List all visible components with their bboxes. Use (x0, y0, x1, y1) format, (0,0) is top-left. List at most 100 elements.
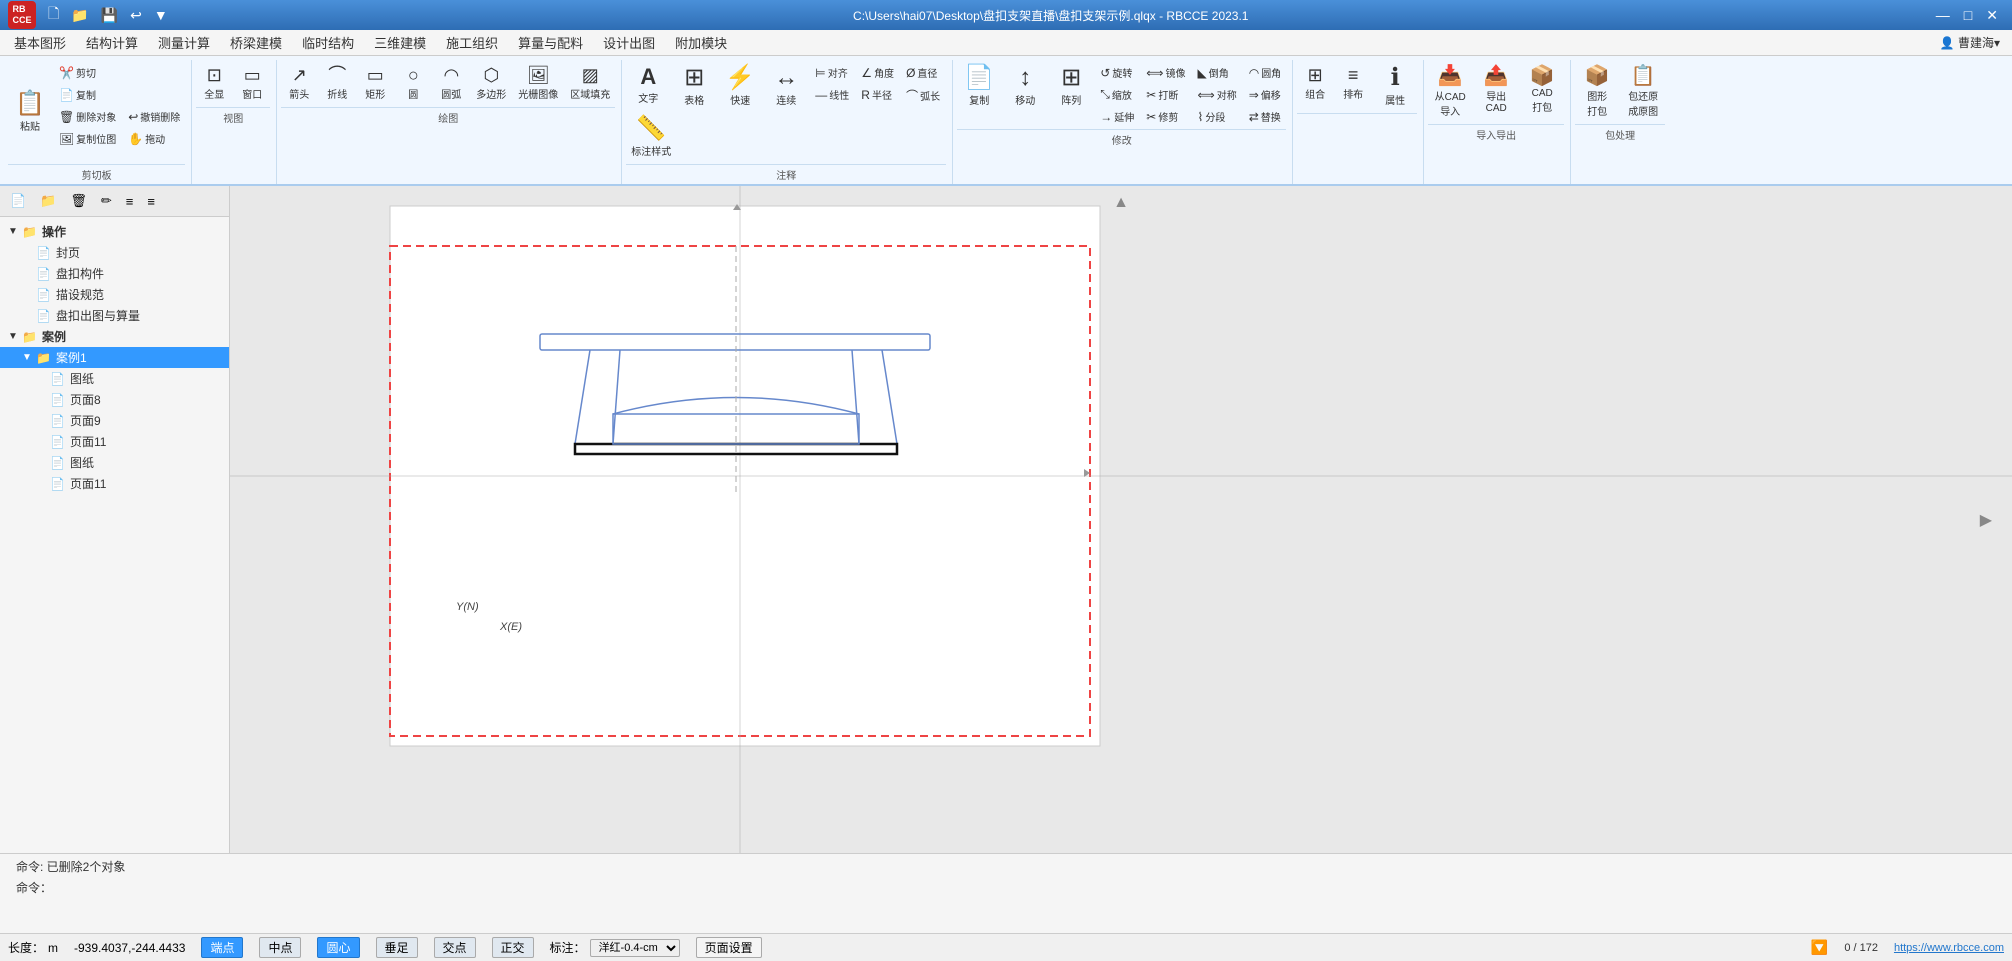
arc-button[interactable]: ◠ 圆弧 (433, 62, 469, 105)
cad-pack-button[interactable]: 📦 CAD 打包 (1520, 62, 1564, 118)
tree-item-case1[interactable]: ▼ 📁 案例1 (0, 347, 229, 368)
unpack-button[interactable]: 📋 包还原 成原图 (1621, 62, 1665, 122)
paste-button[interactable]: 📋 粘贴 (8, 62, 52, 162)
window-view-button[interactable]: ▭ 窗口 (234, 62, 270, 105)
tree-item-drawing2[interactable]: 📄 图纸 (0, 452, 229, 473)
break-button[interactable]: ✂ 打断 (1141, 84, 1190, 105)
tree-item-page11a[interactable]: 📄 页面11 (0, 431, 229, 452)
radius-dim-button[interactable]: R 半径 (856, 84, 899, 105)
delete-obj-button[interactable]: 🗑 删除对象 (54, 106, 121, 127)
segment-button[interactable]: ⌇ 分段 (1193, 106, 1242, 127)
menu-3d[interactable]: 三维建模 (364, 29, 436, 56)
sym-button[interactable]: ⟺ 对称 (1193, 84, 1242, 105)
tree-item-drawing1[interactable]: 📄 图纸 (0, 368, 229, 389)
sidebar-delete-button[interactable]: 🗑 (64, 190, 93, 212)
sidebar-align-left-button[interactable]: ≡ (120, 190, 140, 212)
sidebar-align-right-button[interactable]: ≡ (141, 190, 161, 212)
menu-structural-calc[interactable]: 结构计算 (76, 29, 148, 56)
mod-copy-button[interactable]: 📄 复制 (957, 62, 1001, 111)
cut-button[interactable]: ✂️ 剪切 (54, 62, 185, 83)
minimize-button[interactable]: — (1930, 5, 1956, 26)
snap-intersection-button[interactable]: 交点 (434, 937, 476, 958)
cmd-input-field[interactable] (56, 881, 1996, 895)
drag-button[interactable]: ✋ 拖动 (123, 128, 170, 149)
tree-item-output[interactable]: 📄 盘扣出图与算量 (0, 305, 229, 326)
full-view-button[interactable]: ⊡ 全显 (196, 62, 232, 105)
page-settings-button[interactable]: 页面设置 (696, 937, 762, 958)
scale-button[interactable]: ⤡ 缩放 (1095, 84, 1139, 105)
text-button[interactable]: A 文字 (626, 62, 670, 109)
tree-item-cover[interactable]: 📄 封页 (0, 242, 229, 263)
menu-measurement[interactable]: 测量计算 (148, 29, 220, 56)
table-button[interactable]: ⊞ 表格 (672, 62, 716, 111)
properties-button[interactable]: ℹ 属性 (1373, 62, 1417, 111)
close-button[interactable]: ✕ (1980, 5, 2004, 26)
tree-item-component[interactable]: 📄 盘扣构件 (0, 263, 229, 284)
menu-temp-structure[interactable]: 临时结构 (292, 29, 364, 56)
dropdown-button[interactable]: ▼ (150, 5, 172, 25)
angle-dim-button[interactable]: ∠ 角度 (856, 62, 899, 83)
snap-perpendicular-button[interactable]: 垂足 (376, 937, 418, 958)
polyline-button[interactable]: ⌒ 折线 (319, 62, 355, 105)
quick-dim-button[interactable]: ⚡ 快速 (718, 62, 762, 111)
save-button[interactable]: 💾 (97, 5, 122, 26)
dim-style-button[interactable]: 📏 标注样式 (626, 113, 676, 162)
array-button[interactable]: ⊞ 阵列 (1049, 62, 1093, 111)
export-cad-button[interactable]: 📤 导出 CAD (1474, 62, 1518, 118)
menu-quantity[interactable]: 算量与配料 (508, 29, 593, 56)
page-color-select[interactable]: 洋红-0.4-cm (590, 939, 680, 957)
circle-button[interactable]: ○ 圆 (395, 62, 431, 105)
tree-item-spec[interactable]: 📄 描设规范 (0, 284, 229, 305)
copy-bitmap-button[interactable]: 🖼 复制位图 (54, 128, 121, 149)
extend-button[interactable]: → 延伸 (1095, 106, 1139, 127)
align-dim-button[interactable]: ⊨ 对齐 (810, 62, 854, 83)
move-button[interactable]: ↕ 移动 (1003, 62, 1047, 111)
snap-center-button[interactable]: 圆心 (317, 937, 359, 958)
menu-construction[interactable]: 施工组织 (436, 29, 508, 56)
undo-button[interactable]: ↩ (126, 5, 146, 26)
replace-button[interactable]: ⇄ 替换 (1244, 106, 1286, 127)
canvas-area[interactable]: Y(N) X(E) ▶ ▲ (230, 186, 2012, 853)
menu-design-drawing[interactable]: 设计出图 (593, 29, 665, 56)
menu-addon[interactable]: 附加模块 (665, 29, 737, 56)
undo-delete-button[interactable]: ↩ 撤销删除 (123, 106, 185, 127)
menu-basic-shapes[interactable]: 基本图形 (4, 29, 76, 56)
arrange-button[interactable]: ≡ 排布 (1335, 62, 1371, 105)
fill-button[interactable]: ▨ 区域填充 (565, 62, 615, 105)
shape-pack-button[interactable]: 📦 图形 打包 (1575, 62, 1619, 122)
fillet-button[interactable]: ◠ 圆角 (1244, 62, 1286, 83)
arc-dim-button[interactable]: ⌒ 弧长 (901, 84, 945, 107)
trim-button[interactable]: ✂ 修剪 (1141, 106, 1190, 127)
sidebar-open-button[interactable]: 📁 (34, 190, 62, 212)
chamfer-button[interactable]: ◣ 倒角 (1193, 62, 1242, 83)
snap-endpoint-button[interactable]: 端点 (201, 937, 243, 958)
mirror-button[interactable]: ⟺ 镜像 (1141, 62, 1190, 83)
linear-dim-button[interactable]: — 线性 (810, 84, 854, 105)
polygon-button[interactable]: ⬡ 多边形 (471, 62, 511, 105)
diameter-dim-button[interactable]: Ø 直径 (901, 62, 945, 83)
import-cad-button[interactable]: 📥 从CAD 导入 (1428, 62, 1472, 122)
arrow-button[interactable]: ↗ 箭头 (281, 62, 317, 105)
maximize-button[interactable]: □ (1958, 5, 1978, 26)
tree-item-page8[interactable]: 📄 页面8 (0, 389, 229, 410)
tree-item-cases-group[interactable]: ▼ 📁 案例 (0, 326, 229, 347)
sidebar-new-button[interactable]: 📄 (4, 190, 32, 212)
open-file-button[interactable]: 📁 (67, 5, 92, 26)
rect-button[interactable]: ▭ 矩形 (357, 62, 393, 105)
website-link[interactable]: https://www.rbcce.com (1894, 942, 2004, 954)
rotate-button[interactable]: ↺ 旋转 (1095, 62, 1139, 83)
group-button[interactable]: ⊞ 组合 (1297, 62, 1333, 105)
user-area[interactable]: 👤 曹建海▾ (1932, 34, 2008, 51)
tree-item-operations-group[interactable]: ▼ 📁 操作 (0, 221, 229, 242)
copy-button[interactable]: 📄 复制 (54, 84, 185, 105)
snap-orthogonal-button[interactable]: 正交 (492, 937, 534, 958)
tree-item-page9[interactable]: 📄 页面9 (0, 410, 229, 431)
snap-midpoint-button[interactable]: 中点 (259, 937, 301, 958)
new-file-button[interactable]: 🗋 (44, 1, 63, 29)
offset-button[interactable]: ⇒ 偏移 (1244, 84, 1286, 105)
sidebar-edit-button[interactable]: ✏ (95, 190, 118, 212)
menu-bridge[interactable]: 桥梁建模 (220, 29, 292, 56)
tree-item-page11b[interactable]: 📄 页面11 (0, 473, 229, 494)
continuous-dim-button[interactable]: ↔ 连续 (764, 62, 808, 111)
raster-button[interactable]: 🖼 光栅图像 (513, 62, 563, 105)
